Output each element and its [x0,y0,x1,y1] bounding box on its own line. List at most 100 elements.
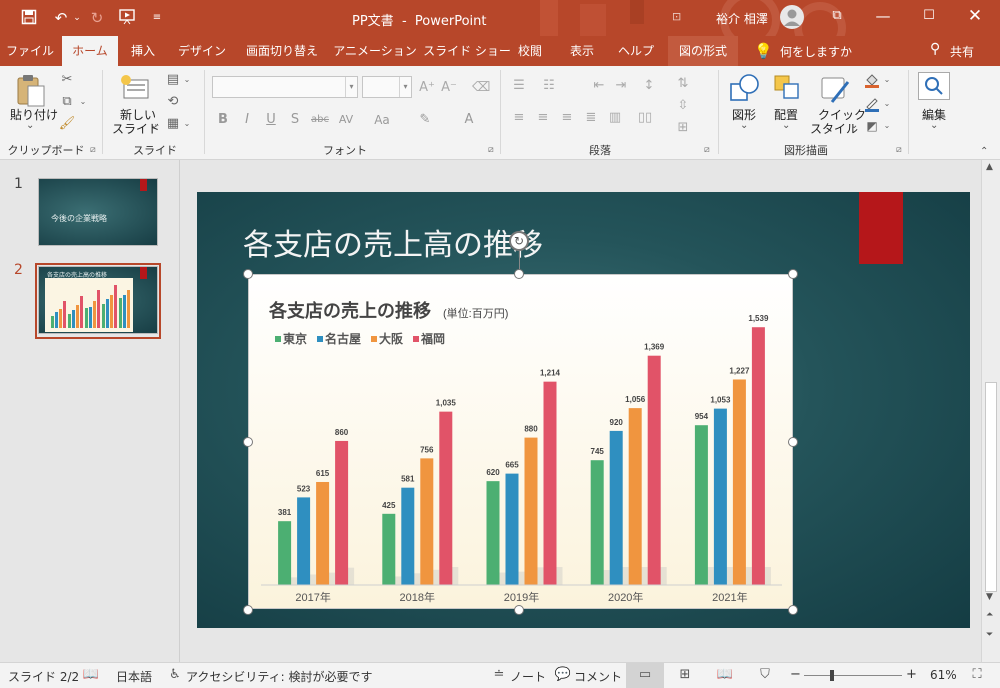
bar-名古屋-2021年[interactable] [713,408,727,585]
next-slide-icon[interactable]: ⏷ [986,630,993,640]
resize-handle-right[interactable] [788,437,798,447]
spelling-check-icon[interactable]: 📖 [82,667,100,683]
bar-福岡-2019年[interactable] [543,381,557,585]
slideshow-from-start-icon[interactable] [118,9,136,27]
arrange-icon[interactable] [772,72,804,106]
chart-object[interactable]: 各支店の売上の推移 (単位:百万円) 東京 名古屋 大阪 福岡 381 523 615 86… [248,274,793,609]
user-name[interactable]: 裕介 相澤 [716,10,768,27]
slideshow-view-icon[interactable]: ⛉ [756,667,774,683]
new-slide-dropdown-icon[interactable]: ⌄ [150,120,158,131]
accessibility-icon[interactable]: ♿ [166,667,184,683]
bar-福岡-2017年[interactable] [335,440,349,585]
bar-福岡-2021年[interactable] [751,327,765,585]
font-name-combo[interactable]: ▾ [212,76,358,98]
tab-animations[interactable]: アニメーション [332,36,418,66]
bar-大阪-2020年[interactable] [628,408,642,585]
paragraph-launcher-icon[interactable]: ⧄ [704,145,710,155]
clipboard-launcher-icon[interactable]: ⧄ [90,145,96,155]
avatar[interactable] [780,5,804,29]
editing-dropdown-icon[interactable]: ⌄ [930,120,938,131]
shape-outline-dropdown-icon[interactable]: ⌄ [882,96,892,112]
tell-me-search[interactable]: 何をしますか [780,43,852,60]
maximize-button[interactable]: ☐ [906,0,952,32]
font-size-dropdown-icon[interactable]: ▾ [399,77,411,97]
notes-icon[interactable]: ≐ [490,667,508,683]
notes-button[interactable]: ノート [510,668,546,685]
section-icon[interactable]: ▦ [164,116,182,132]
accessibility-status[interactable]: アクセシビリティ: 検討が必要です [186,668,373,685]
bar-大阪-2021年[interactable] [732,379,746,585]
reset-slide-icon[interactable]: ⟲ [164,94,182,110]
save-icon[interactable] [20,9,38,27]
rotate-handle-icon[interactable]: ↻ [509,231,529,251]
format-painter-icon[interactable]: 🖌 [58,116,76,132]
shape-fill-dropdown-icon[interactable]: ⌄ [882,72,892,88]
ribbon-display-options-icon[interactable]: ⧉ [814,0,860,32]
tab-view[interactable]: 表示 [564,36,600,66]
scroll-down-icon[interactable]: ▼ [986,592,993,602]
bar-名古屋-2018年[interactable] [401,487,415,585]
layout-dropdown-icon[interactable]: ⌄ [182,72,192,88]
font-launcher-icon[interactable]: ⧄ [488,145,494,155]
arrange-dropdown-icon[interactable]: ⌄ [782,120,790,131]
section-dropdown-icon[interactable]: ⌄ [182,116,192,132]
shape-effects-icon[interactable]: ◩ [864,118,880,134]
quick-styles-icon[interactable] [818,72,852,106]
tab-help[interactable]: ヘルプ [616,36,656,66]
shape-outline-icon[interactable] [864,96,880,117]
tab-file[interactable]: ファイル [4,36,56,66]
resize-handle-top-right[interactable] [788,269,798,279]
paste-dropdown-icon[interactable]: ⌄ [26,120,34,131]
resize-handle-top[interactable] [514,269,524,279]
tab-home[interactable]: ホーム [62,36,118,66]
bar-名古屋-2017年[interactable] [297,497,311,585]
vertical-scrollbar[interactable]: ▲ ▼ ⏶ ⏷ [981,160,1000,662]
copy-icon[interactable]: ⧉ [58,94,76,110]
shapes-icon[interactable] [728,72,762,106]
bar-東京-2018年[interactable] [382,513,396,585]
layout-icon[interactable]: ▤ [164,72,182,88]
bar-大阪-2019年[interactable] [524,437,538,585]
copy-dropdown-icon[interactable]: ⌄ [78,94,88,110]
scroll-up-icon[interactable]: ▲ [986,162,993,172]
minimize-button[interactable]: — [860,0,906,32]
normal-view-button[interactable]: ▭ [626,663,664,688]
quick-styles-dropdown-icon[interactable]: ⌄ [850,120,858,131]
shape-fill-icon[interactable] [864,72,880,93]
resize-handle-bottom-right[interactable] [788,605,798,615]
bar-大阪-2018年[interactable] [420,458,434,585]
previous-slide-icon[interactable]: ⏶ [986,610,993,620]
tab-insert[interactable]: 挿入 [122,36,164,66]
zoom-slider-thumb[interactable] [830,670,834,681]
font-size-combo[interactable]: ▾ [362,76,412,98]
slide-title[interactable]: 各支店の売上高の推移 [243,220,543,264]
close-button[interactable]: ✕ [952,0,998,32]
resize-handle-left[interactable] [243,437,253,447]
font-name-dropdown-icon[interactable]: ▾ [345,77,357,97]
scrollbar-thumb[interactable] [985,382,997,592]
comments-button[interactable]: コメント [574,668,622,685]
zoom-slider-track[interactable] [804,675,902,676]
comments-icon[interactable]: 💬 [554,667,572,683]
bar-東京-2017年[interactable] [278,521,292,585]
language-indicator[interactable]: 日本語 [116,668,152,685]
slide-thumbnail-1[interactable]: 今後の企業戦略 [38,178,158,246]
bar-名古屋-2020年[interactable] [609,430,623,585]
resize-handle-bottom-left[interactable] [243,605,253,615]
bar-福岡-2020年[interactable] [647,355,661,585]
paste-icon[interactable] [12,72,52,108]
undo-icon[interactable]: ↶ [50,9,72,27]
tab-design[interactable]: デザイン [172,36,232,66]
slide-sorter-icon[interactable]: ⊞ [676,667,694,683]
cut-icon[interactable]: ✂ [58,72,76,88]
resize-handle-bottom[interactable] [514,605,524,615]
undo-dropdown-icon[interactable]: ⌄ [72,9,82,27]
share-button[interactable]: 共有 [950,43,974,60]
reading-view-icon[interactable]: 📖 [716,667,734,683]
bar-東京-2021年[interactable] [694,425,708,585]
collapse-ribbon-icon[interactable]: ⌃ [980,146,988,157]
bar-大阪-2017年[interactable] [316,481,330,585]
tab-review[interactable]: 校閲 [514,36,546,66]
bar-名古屋-2019年[interactable] [505,473,519,585]
slide-thumbnail-2[interactable]: 各支店の売上高の推移 [38,266,158,334]
